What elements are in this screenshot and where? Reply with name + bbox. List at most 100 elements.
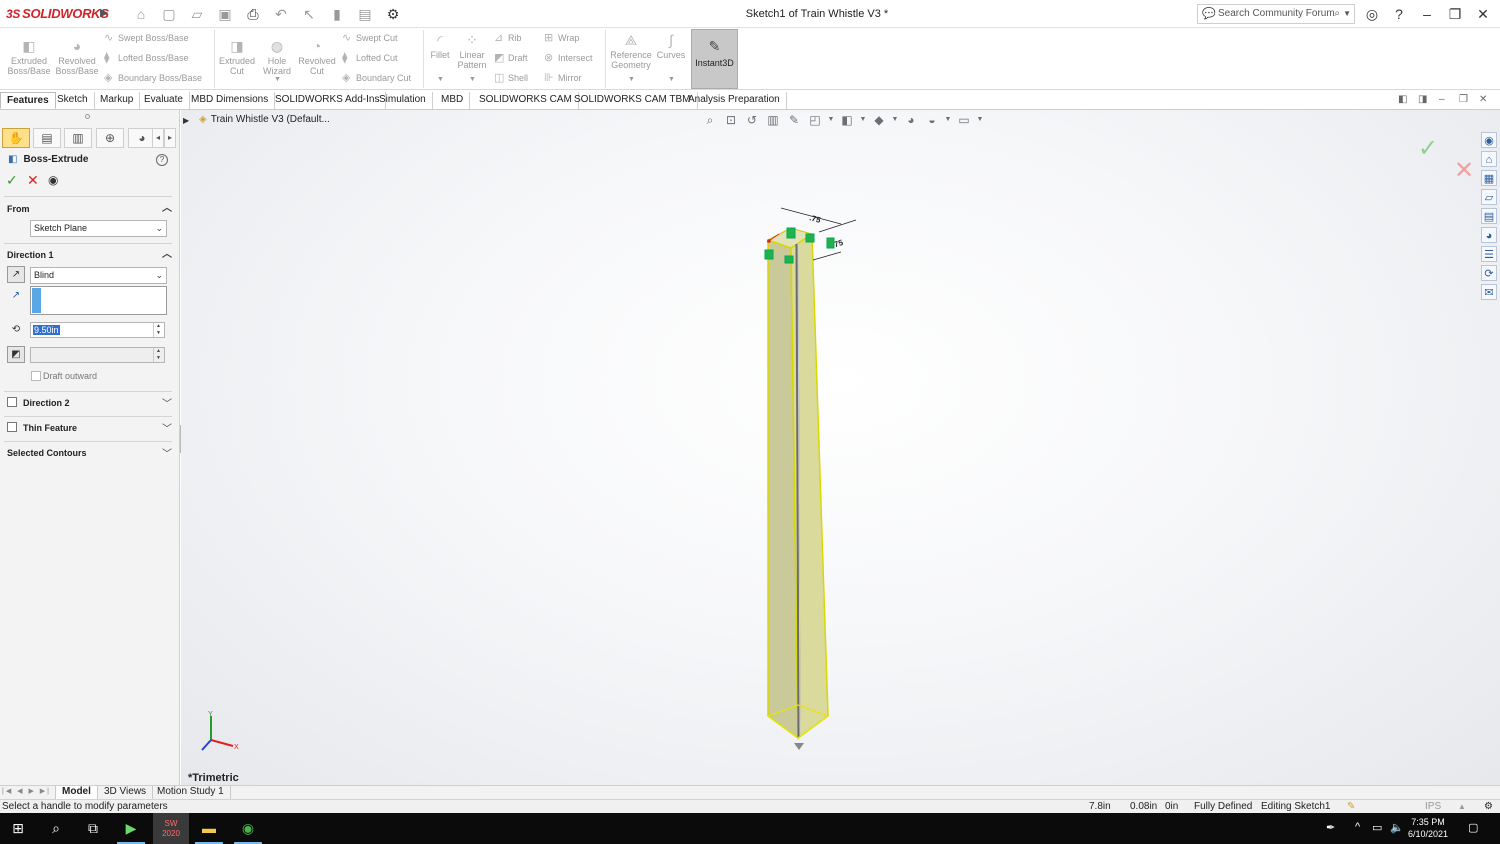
intersect-button[interactable]: ⊗ Intersect	[544, 50, 593, 66]
solidworks-resources-icon[interactable]: ◉	[1481, 132, 1497, 148]
draft-button[interactable]: ◩ Draft	[494, 50, 528, 66]
thin-feature-checkbox[interactable]	[7, 422, 17, 432]
file-explorer-icon[interactable]: ▬	[191, 813, 227, 844]
zoom-to-area-icon[interactable]: ⊡	[722, 111, 740, 129]
linear-pattern-button[interactable]: ⁘ Linear Pattern	[454, 32, 490, 70]
curves-button[interactable]: ∫ Curves	[656, 32, 686, 60]
configuration-tab[interactable]: ▥	[64, 128, 92, 148]
chevron-down-icon[interactable]: ▼	[437, 76, 444, 83]
chevron-up-icon[interactable]: ︿	[162, 200, 172, 218]
sketch-handle[interactable]	[764, 249, 774, 260]
tab-mbd[interactable]: MBD	[435, 92, 471, 109]
confirm-ok-corner-icon[interactable]: ✓	[1418, 134, 1438, 163]
instant3d-button[interactable]: ✎ Instant3D	[691, 29, 738, 89]
view-settings-monitor-icon[interactable]: ▭	[955, 111, 973, 129]
draft-outward-checkbox[interactable]	[31, 371, 41, 381]
boundary-boss-button[interactable]: ◈ Boundary Boss/Base	[104, 70, 202, 86]
search-icon[interactable]: ⌕	[38, 813, 74, 844]
chevron-down-icon[interactable]: ▼	[944, 111, 952, 129]
swept-cut-button[interactable]: ∿ Swept Cut	[342, 30, 398, 46]
rebuild-indicator-icon[interactable]: ✎	[1347, 800, 1355, 813]
rib-button[interactable]: ⊿ Rib	[494, 30, 522, 46]
chevron-down-icon[interactable]: ▼	[274, 76, 281, 83]
doc-close-button[interactable]: ✕	[1479, 94, 1487, 105]
help-circle-icon[interactable]: ?	[1388, 4, 1410, 24]
select-arrow-icon[interactable]: ↖	[298, 4, 320, 24]
tab-motion-study[interactable]: Motion Study 1	[151, 786, 231, 799]
preview-eye-icon[interactable]: ◉	[48, 173, 58, 187]
appearances-icon[interactable]: ◕	[1481, 227, 1497, 243]
dimension-top-label[interactable]: .75	[808, 213, 822, 225]
save-icon[interactable]: ▣	[214, 4, 236, 24]
help-icon[interactable]: ?	[156, 154, 168, 166]
tile-left-icon[interactable]: ◧	[1398, 94, 1407, 105]
solidworks-logo[interactable]: 3S SOLIDWORKS	[6, 6, 109, 21]
tab-solidworks-cam[interactable]: SOLIDWORKS CAM	[473, 92, 579, 109]
green-app-icon[interactable]: ▶	[113, 813, 149, 844]
forum-sync-icon[interactable]: ⟳	[1481, 265, 1497, 281]
depth-input[interactable]: 9.50in ▲ ▼	[30, 322, 165, 338]
shell-button[interactable]: ◫ Shell	[494, 70, 528, 86]
search-community-input[interactable]: 💬 Search Community Forum ⌕ ▼	[1197, 4, 1355, 24]
previous-view-icon[interactable]: ↺	[743, 111, 761, 129]
zoom-to-fit-icon[interactable]: ⌕	[701, 111, 719, 129]
task-view-icon[interactable]: ⧉	[75, 813, 111, 844]
cancel-x-icon[interactable]: ✕	[27, 172, 39, 189]
tab-simulation[interactable]: Simulation	[373, 92, 433, 109]
reference-geometry-button[interactable]: ⟁ Reference Geometry	[608, 32, 654, 70]
chevron-down-icon[interactable]: ▼	[827, 111, 835, 129]
panel-grip[interactable]	[85, 114, 90, 119]
direction-selection-box[interactable]	[30, 286, 167, 315]
dimxpert-crosshair-icon[interactable]: ⊕	[96, 128, 124, 148]
chevron-down-icon[interactable]: ▼	[469, 76, 476, 83]
draft-angle-input[interactable]: ▲ ▼	[30, 347, 165, 363]
direction1-group-header[interactable]: Direction 1 ︿	[0, 246, 176, 264]
edit-appearance-icon[interactable]: ◕	[902, 111, 920, 129]
chevron-up-icon[interactable]: ︿	[162, 246, 172, 264]
flyout-tree-root[interactable]: ◈ Train Whistle V3 (Default...	[199, 114, 330, 125]
extruded-model[interactable]: .75 .75	[751, 198, 881, 758]
feature-tree-tab[interactable]: ▤	[33, 128, 61, 148]
chevron-down-icon[interactable]: ▼	[976, 111, 984, 129]
file-explorer-icon[interactable]: ▱	[1481, 189, 1497, 205]
chat-icon[interactable]: ✉	[1481, 284, 1497, 300]
tab-scroll-right-icon[interactable]: ▸	[164, 128, 176, 148]
doc-restore-button[interactable]: ❐	[1459, 94, 1468, 105]
hole-wizard-button[interactable]: ◍ Hole Wizard	[258, 38, 296, 76]
apply-scene-icon[interactable]: ◒	[923, 111, 941, 129]
direction2-checkbox[interactable]	[7, 397, 17, 407]
end-condition-select[interactable]: Blind ⌄	[30, 267, 167, 284]
customize-icon[interactable]: ⚙	[1484, 800, 1493, 813]
wrap-button[interactable]: ⊞ Wrap	[544, 30, 579, 46]
windows-start-icon[interactable]: ⊞	[0, 813, 36, 844]
extruded-cut-button[interactable]: ◨ Extruded Cut	[216, 38, 258, 76]
minimize-button[interactable]: –	[1416, 4, 1438, 24]
chevron-down-icon[interactable]: ▼	[628, 76, 635, 83]
unit-system[interactable]: IPS	[1425, 800, 1441, 813]
tab-mbd-dimensions[interactable]: MBD Dimensions	[185, 92, 276, 109]
chevron-down-icon[interactable]: ▼	[891, 111, 899, 129]
chevron-up-icon[interactable]: ▲	[1458, 800, 1466, 813]
chevron-down-icon[interactable]: ▼	[668, 76, 675, 83]
revolved-boss-button[interactable]: ◕ Revolved Boss/Base	[54, 38, 100, 76]
print-icon[interactable]: ⎙	[242, 4, 264, 24]
tab-model[interactable]: Model	[55, 786, 98, 799]
chevron-down-icon[interactable]: ﹀	[162, 445, 172, 460]
restore-button[interactable]: ❐	[1444, 4, 1466, 24]
display-style-icon[interactable]: ◧	[838, 111, 856, 129]
tile-right-icon[interactable]: ◨	[1418, 94, 1427, 105]
sketch-handle[interactable]	[786, 227, 796, 239]
tab-sketch[interactable]: Sketch	[51, 92, 95, 109]
extrude-handle-arrow-icon[interactable]	[794, 743, 804, 750]
tab-solidworks-add-ins[interactable]: SOLIDWORKS Add-Ins	[269, 92, 387, 109]
chevron-down-icon[interactable]: ﹀	[162, 420, 172, 435]
extruded-boss-button[interactable]: ◧ Extruded Boss/Base	[6, 38, 52, 76]
hide-show-icon[interactable]: ◆	[870, 111, 888, 129]
swept-boss-button[interactable]: ∿ Swept Boss/Base	[104, 30, 189, 46]
custom-properties-icon[interactable]: ☰	[1481, 246, 1497, 262]
from-select[interactable]: Sketch Plane ⌄	[30, 220, 167, 237]
lofted-cut-button[interactable]: ⧫ Lofted Cut	[342, 50, 398, 66]
home-icon[interactable]: ⌂	[1481, 151, 1497, 167]
fillet-button[interactable]: ◜ Fillet	[426, 32, 454, 60]
view-orientation-icon[interactable]: ◰	[806, 111, 824, 129]
